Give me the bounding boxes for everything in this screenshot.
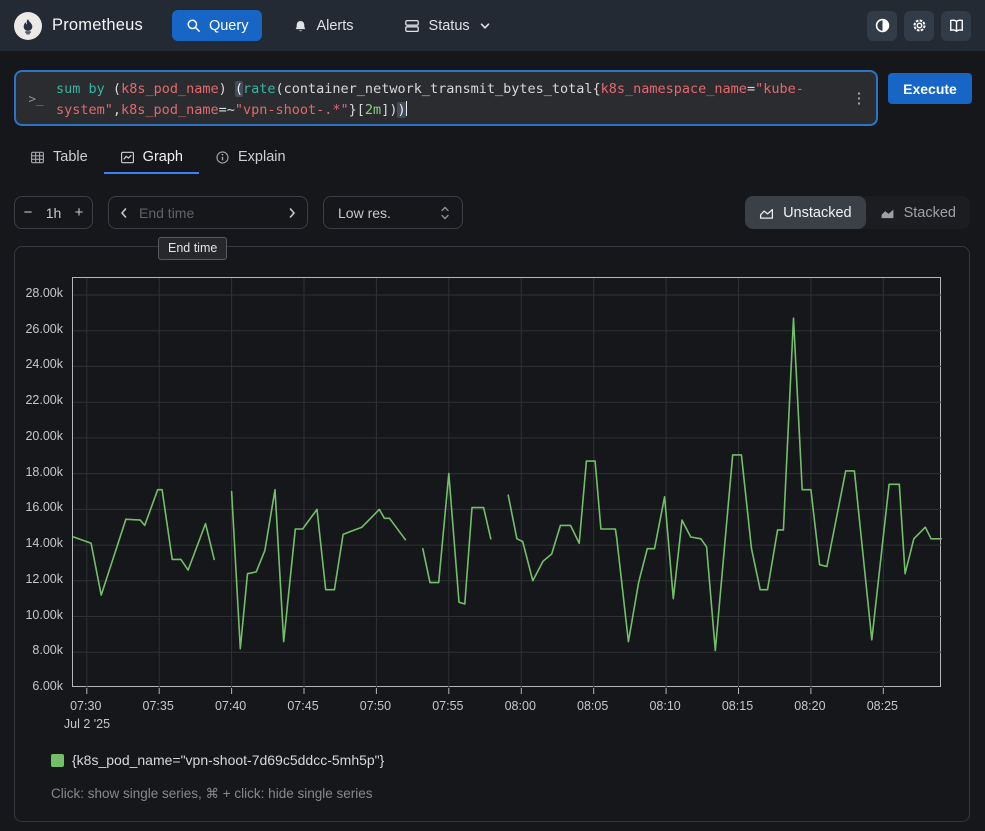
nav-item-label: Alerts <box>316 18 353 34</box>
y-axis-tick-label: 6.00k <box>15 679 63 693</box>
chart-svg <box>73 278 942 688</box>
legend-item[interactable]: {k8s_pod_name="vpn-shoot-7d69c5ddcc-5mh5… <box>51 752 384 768</box>
promql-code[interactable]: sum by (k8s_pod_name) (rate(container_ne… <box>56 72 842 124</box>
app-title: Prometheus <box>52 16 143 35</box>
prompt-icon: >_ <box>16 72 56 124</box>
docs-button[interactable] <box>941 11 971 41</box>
nav-item-status[interactable]: Status <box>398 10 497 41</box>
range-decrease-button[interactable]: − <box>15 204 41 221</box>
resolution-value: Low res. <box>324 205 440 221</box>
navbar: Prometheus Query Alerts Status <box>0 0 985 51</box>
chevron-down-icon <box>479 20 491 32</box>
x-axis-tick-label: 07:35 <box>128 699 188 713</box>
query-menu-kebab-icon[interactable]: ⋮ <box>842 72 876 124</box>
nav-item-label: Status <box>429 18 470 34</box>
y-axis-tick-label: 14.00k <box>15 536 63 550</box>
y-axis-tick-label: 20.00k <box>15 429 63 443</box>
x-axis-tick-label: 07:30 <box>56 699 116 713</box>
x-axis-tick-label: 07:55 <box>418 699 478 713</box>
legend-series-label: {k8s_pod_name="vpn-shoot-7d69c5ddcc-5mh5… <box>72 752 384 768</box>
x-axis-tick-label: 08:00 <box>490 699 550 713</box>
navbar-actions <box>867 11 971 41</box>
range-increase-button[interactable]: + <box>66 204 92 221</box>
graph-icon <box>120 150 135 165</box>
gear-icon <box>911 17 928 34</box>
select-chevrons-icon <box>440 205 462 221</box>
y-axis-tick-label: 16.00k <box>15 500 63 514</box>
endtime-tooltip: End time <box>158 237 227 260</box>
x-axis-tick-label: 08:25 <box>852 699 912 713</box>
theme-toggle-button[interactable] <box>867 11 897 41</box>
legend-swatch <box>51 754 64 767</box>
tab-label: Graph <box>143 149 183 165</box>
tab-graph[interactable]: Graph <box>104 142 199 174</box>
bell-icon <box>293 18 308 34</box>
x-axis-tick-label: 07:45 <box>273 699 333 713</box>
x-axis-tick-label: 07:40 <box>201 699 261 713</box>
legend-hint-text: Click: show single series, ⌘ + click: hi… <box>51 786 373 802</box>
resolution-select[interactable]: Low res. <box>323 196 463 229</box>
endtime-input[interactable]: End time <box>139 205 277 221</box>
tab-explain[interactable]: Explain <box>199 142 302 174</box>
y-axis-tick-label: 24.00k <box>15 357 63 371</box>
x-axis-date-label: Jul 2 '25 <box>57 717 117 731</box>
search-icon <box>186 18 201 33</box>
contrast-icon <box>874 17 891 34</box>
nav-item-query[interactable]: Query <box>172 10 263 41</box>
prometheus-logo-icon <box>14 12 42 40</box>
tab-label: Table <box>53 149 88 165</box>
x-axis-tick-label: 08:20 <box>780 699 840 713</box>
y-axis-tick-label: 8.00k <box>15 643 63 657</box>
table-icon <box>30 150 45 165</box>
endtime-picker: End time <box>108 196 308 229</box>
y-axis-tick-label: 18.00k <box>15 465 63 479</box>
nav-item-label: Query <box>209 18 249 34</box>
settings-button[interactable] <box>904 11 934 41</box>
y-axis-tick-label: 22.00k <box>15 393 63 407</box>
graph-panel: 6.00k 8.00k 10.00k 12.00k 14.00k 16.00k 18.00k… <box>14 246 970 822</box>
range-value[interactable]: 1h <box>41 205 66 221</box>
info-icon <box>215 150 230 165</box>
server-stack-icon <box>404 18 420 34</box>
book-icon <box>948 17 965 34</box>
stacked-option[interactable]: Stacked <box>866 196 970 229</box>
stacked-chart-icon <box>880 206 895 220</box>
execute-button[interactable]: Execute <box>888 73 972 104</box>
segment-label: Unstacked <box>783 205 852 221</box>
unstacked-chart-icon <box>759 206 774 220</box>
y-axis-tick-label: 26.00k <box>15 322 63 336</box>
endtime-back-button[interactable] <box>109 207 139 219</box>
unstacked-option[interactable]: Unstacked <box>745 196 866 229</box>
query-expression-input[interactable]: >_ sum by (k8s_pod_name) (rate(container… <box>14 70 878 126</box>
x-axis-tick-label: 07:50 <box>345 699 405 713</box>
x-axis-tick-label: 08:10 <box>635 699 695 713</box>
x-axis-tick-label: 08:15 <box>708 699 768 713</box>
nav-item-alerts[interactable]: Alerts <box>287 10 359 41</box>
range-selector: − 1h + <box>14 196 93 229</box>
result-tabs: Table Graph Explain <box>14 142 302 174</box>
x-axis-tick-label: 08:05 <box>563 699 623 713</box>
tab-table[interactable]: Table <box>14 142 104 174</box>
stacking-toggle: Unstacked Stacked <box>745 196 970 229</box>
tab-label: Explain <box>238 149 286 165</box>
y-axis-tick-label: 28.00k <box>15 286 63 300</box>
y-axis-tick-label: 10.00k <box>15 608 63 622</box>
chart-plot-area[interactable] <box>72 277 941 687</box>
segment-label: Stacked <box>904 205 956 221</box>
y-axis-tick-label: 12.00k <box>15 572 63 586</box>
endtime-forward-button[interactable] <box>277 207 307 219</box>
graph-controls: − 1h + End time Low res. Unstacked Stac <box>14 196 970 229</box>
